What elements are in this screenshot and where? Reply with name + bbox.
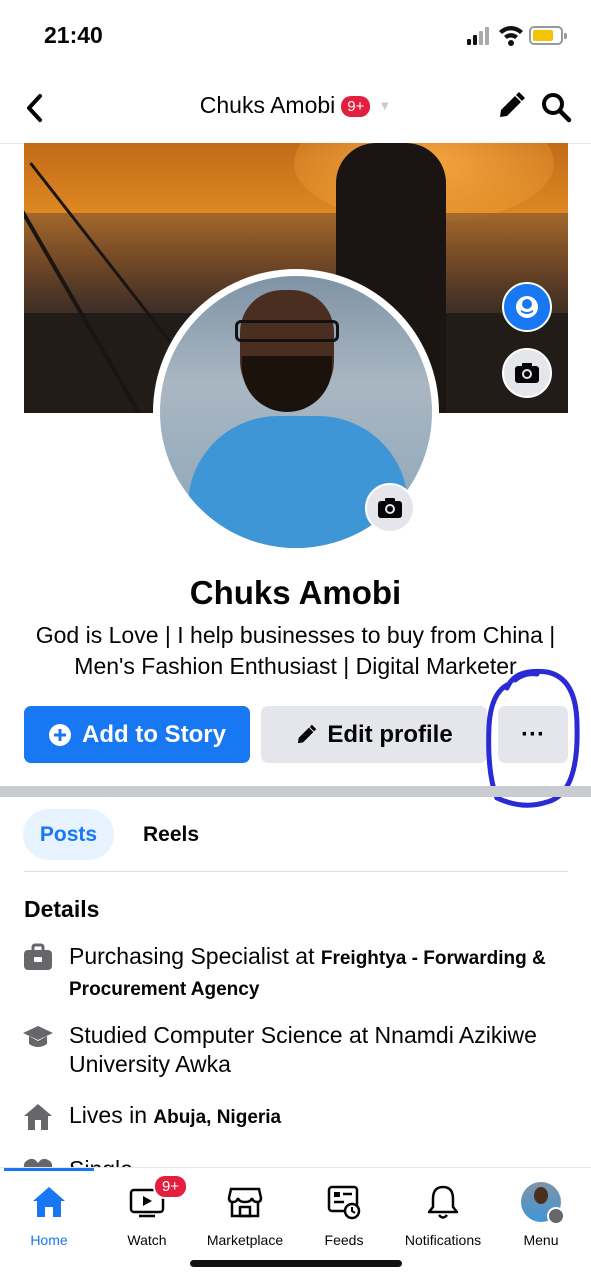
house-icon <box>24 1104 52 1130</box>
nav-home-label: Home <box>30 1232 68 1248</box>
edit-profile-label: Edit profile <box>327 720 453 748</box>
nav-home[interactable]: Home <box>0 1180 99 1248</box>
profile-name: Chuks Amobi <box>189 574 402 611</box>
tab-reels[interactable]: Reels <box>128 809 214 860</box>
bell-icon <box>427 1185 459 1219</box>
tab-posts[interactable]: Posts <box>23 809 114 860</box>
menu-avatar-icon <box>521 1182 565 1225</box>
header-title: Chuks Amobi <box>199 92 336 118</box>
nav-notifications[interactable]: Notifications <box>393 1180 493 1248</box>
nav-notifications-label: Notifications <box>404 1232 482 1248</box>
watch-badge: 9+ <box>153 1174 189 1199</box>
nav-watch[interactable]: 9+ Watch <box>97 1174 197 1248</box>
nav-feeds-label: Feeds <box>324 1232 364 1248</box>
pencil-icon[interactable] <box>496 91 526 121</box>
nav-watch-label: Watch <box>127 1232 167 1248</box>
briefcase-icon <box>24 943 52 970</box>
detail-education-text: Studied Computer Science at Nnamdi Aziki… <box>69 1022 537 1077</box>
nav-marketplace[interactable]: Marketplace <box>195 1180 295 1248</box>
pencil-icon <box>298 724 317 743</box>
detail-work-text: Purchasing Specialist at <box>69 943 321 969</box>
add-to-story-label: Add to Story <box>82 720 226 748</box>
tabs-divider <box>24 871 568 872</box>
nav-menu[interactable]: Menu <box>491 1180 591 1248</box>
bio-line-1: God is Love | I help businesses to buy f… <box>35 622 556 648</box>
search-icon[interactable] <box>540 91 572 123</box>
top-app-bar: Chuks Amobi 9+ ▼ <box>0 72 591 144</box>
marketplace-icon <box>227 1187 263 1218</box>
chevron-down-icon: ▼ <box>378 98 392 113</box>
feeds-icon <box>327 1185 361 1220</box>
wifi-icon <box>499 26 523 46</box>
details-heading: Details <box>24 896 100 922</box>
section-divider <box>0 786 591 797</box>
active-tab-indicator <box>4 1168 94 1171</box>
home-icon <box>33 1187 65 1217</box>
notification-badge: 9+ <box>341 96 371 117</box>
profile-camera-icon[interactable] <box>365 483 415 533</box>
status-bar: 21:40 <box>0 0 591 72</box>
plus-circle-icon <box>49 723 71 746</box>
home-indicator[interactable] <box>190 1260 402 1267</box>
nav-feeds[interactable]: Feeds <box>294 1180 394 1248</box>
graduation-cap-icon <box>23 1026 53 1047</box>
cover-camera-icon[interactable] <box>502 348 552 398</box>
battery-icon <box>529 26 567 45</box>
cellular-signal-icon <box>467 27 493 45</box>
nav-marketplace-label: Marketplace <box>206 1232 284 1248</box>
detail-location-text: Lives in <box>69 1102 154 1128</box>
status-time: 21:40 <box>44 22 103 48</box>
nav-menu-label: Menu <box>523 1232 559 1248</box>
avatar-icon[interactable] <box>502 282 552 332</box>
edit-profile-button[interactable]: Edit profile <box>261 706 487 763</box>
add-to-story-button[interactable]: Add to Story <box>24 706 250 763</box>
detail-location-place: Abuja, Nigeria <box>153 1107 282 1128</box>
